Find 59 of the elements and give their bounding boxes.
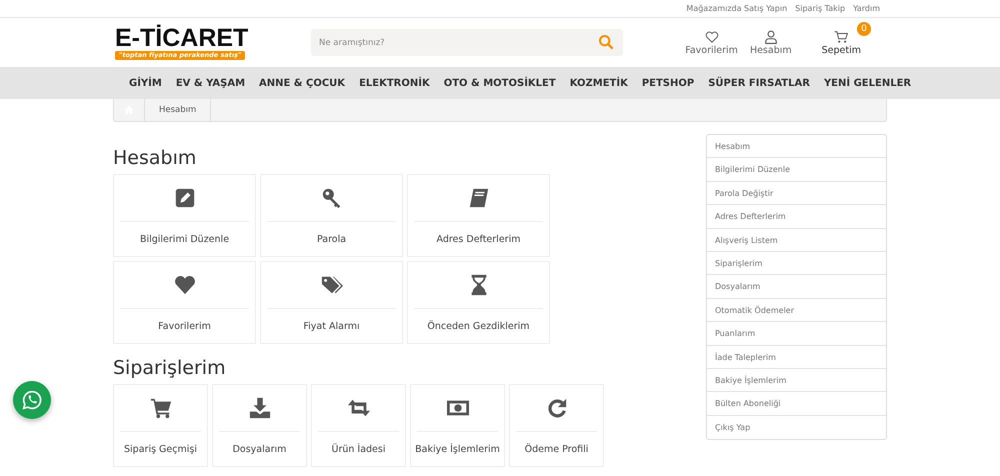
tags-icon xyxy=(320,274,342,296)
account-card[interactable]: Dosyalarım xyxy=(212,384,307,467)
chat-button[interactable] xyxy=(13,381,51,419)
sidebar-item[interactable]: Parola Değiştir xyxy=(707,182,886,206)
header-link[interactable]: Hesabım xyxy=(750,30,792,56)
user-icon xyxy=(764,30,778,44)
download-icon xyxy=(248,397,270,419)
refresh-icon xyxy=(546,397,568,419)
account-card[interactable]: Parola xyxy=(260,174,403,257)
nav-link[interactable]: SÜPER FIRSATLAR xyxy=(708,78,810,88)
account-card[interactable]: Ürün İadesi xyxy=(311,384,406,467)
top-link[interactable]: Yardım xyxy=(853,0,880,17)
sidebar-item[interactable]: Alışveriş Listem xyxy=(707,228,886,252)
account-card[interactable]: Adres Defterlerim xyxy=(407,174,550,257)
account-card[interactable]: Fiyat Alarmı xyxy=(260,261,403,344)
nav-link[interactable]: YENİ GELENLER xyxy=(824,78,912,88)
nav-link[interactable]: EV & YAŞAM xyxy=(176,78,246,88)
nav-link[interactable]: KOZMETİK xyxy=(570,78,628,88)
account-card[interactable]: Bilgilerimi Düzenle xyxy=(113,174,256,257)
cart-icon xyxy=(834,30,848,44)
nav-link[interactable]: ELEKTRONİK xyxy=(359,78,430,88)
section-title: Hesabım xyxy=(113,146,198,170)
heart-icon xyxy=(174,274,196,296)
section-title: Siparişlerim xyxy=(113,356,227,380)
sidebar-item[interactable]: Siparişlerim xyxy=(707,252,886,276)
sidebar-item[interactable]: Bülten Aboneliği xyxy=(707,392,886,416)
edit-icon xyxy=(174,187,196,209)
sidebar-item[interactable]: Dosyalarım xyxy=(707,275,886,299)
breadcrumb-link[interactable]: Hesabım xyxy=(145,99,212,121)
sidebar-item[interactable]: Puanlarım xyxy=(707,322,886,346)
sidebar-item[interactable]: Çıkış Yap xyxy=(707,416,886,440)
top-link[interactable]: Sipariş Takip xyxy=(795,0,846,17)
account-card[interactable]: Sipariş Geçmişi xyxy=(113,384,208,467)
header-link[interactable]: Sepetim 0 xyxy=(814,22,871,56)
account-card[interactable]: Ödeme Profili xyxy=(509,384,604,467)
sidebar-item[interactable]: Otomatik Ödemeler xyxy=(707,298,886,322)
account-card[interactable]: Favorilerim xyxy=(113,261,256,344)
nav-link[interactable]: OTO & MOTOSİKLET xyxy=(444,78,556,88)
account-card[interactable]: Önceden Gezdiklerim xyxy=(407,261,550,344)
swap-arrows-icon xyxy=(348,397,370,419)
sidebar-item[interactable]: Bakiye İşlemlerim xyxy=(707,368,886,392)
cart-icon xyxy=(150,397,172,419)
cart-count: 0 xyxy=(857,22,871,36)
search-field[interactable]: Ne aramıştınız? xyxy=(311,29,623,56)
chat-bubble-icon xyxy=(22,390,42,410)
header-link[interactable]: Favorilerim xyxy=(685,30,738,56)
nav-link[interactable]: PETSHOP xyxy=(642,78,694,88)
book-icon xyxy=(468,187,490,209)
search-icon xyxy=(598,34,614,50)
sidebar-item[interactable]: İade Taleplerim xyxy=(707,346,886,369)
sidebar-item[interactable]: Bilgilerimi Düzenle xyxy=(707,158,886,182)
nav-link[interactable]: ANNE & ÇOCUK xyxy=(259,78,346,88)
key-icon xyxy=(320,187,342,209)
top-link[interactable]: Mağazamızda Satış Yapın xyxy=(686,0,788,17)
heart-outline-icon xyxy=(704,30,719,44)
account-card[interactable]: Bakiye İşlemlerim xyxy=(410,384,505,467)
sidebar-item[interactable]: Hesabım xyxy=(707,135,886,158)
sidebar-item[interactable]: Adres Defterlerim xyxy=(707,205,886,229)
nav-link[interactable]: GİYİM xyxy=(129,78,162,88)
